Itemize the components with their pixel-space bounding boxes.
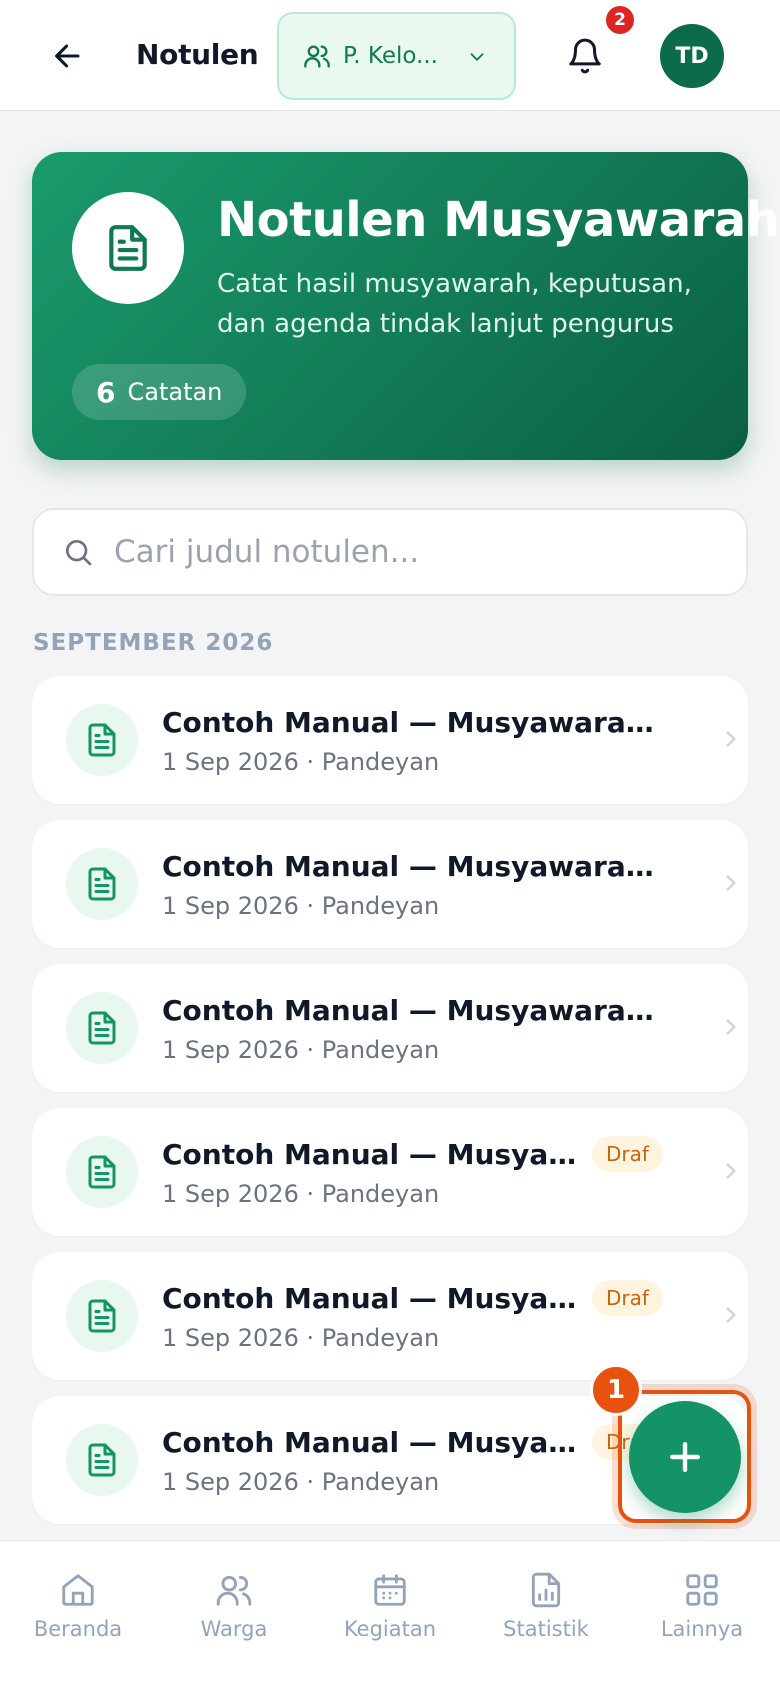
group-selector[interactable]: P. Kelo... — [277, 12, 516, 100]
document-icon — [88, 1155, 116, 1189]
search-input[interactable] — [114, 534, 674, 570]
nav-label: Warga — [200, 1617, 268, 1641]
grid-icon — [686, 1574, 718, 1606]
note-meta: 1 Sep 2026 · Pandeyan — [162, 1324, 440, 1352]
note-title: Contoh Manual — Musyawara... — [162, 1138, 582, 1171]
nav-item-kegiatan[interactable]: Kegiatan — [312, 1571, 468, 1641]
search-icon — [66, 540, 92, 566]
nav-label: Statistik — [503, 1617, 589, 1641]
add-note-button[interactable] — [629, 1401, 741, 1513]
arrow-left-icon — [55, 44, 80, 68]
draft-badge: Draf — [592, 1280, 663, 1316]
note-icon-circle — [66, 1280, 138, 1352]
note-count-badge: 6 Catatan — [72, 364, 247, 420]
chevron-right-icon — [726, 1163, 736, 1179]
back-button[interactable] — [44, 30, 92, 82]
document-icon — [88, 1443, 116, 1477]
avatar[interactable]: TD — [660, 24, 724, 88]
nav-item-statistik[interactable]: Statistik — [468, 1571, 624, 1641]
note-card[interactable]: Contoh Manual — Musyawarah Kelo... 1 Sep… — [32, 676, 748, 804]
notification-badge: 2 — [604, 4, 636, 36]
section-header-month: SEPTEMBER 2026 — [33, 630, 274, 656]
document-icon — [88, 1299, 116, 1333]
plus-icon — [669, 1441, 701, 1473]
nav-item-lainnya[interactable]: Lainnya — [624, 1571, 780, 1641]
notification-button[interactable] — [560, 30, 610, 82]
note-title: Contoh Manual — Musyawarah Kelo... — [162, 706, 662, 739]
document-icon — [109, 225, 147, 271]
calendar-icon — [374, 1574, 406, 1606]
users-icon — [216, 1575, 252, 1606]
note-icon-circle — [66, 992, 138, 1064]
app-header: Notulen P. Kelo... 2 TD — [0, 0, 780, 111]
note-meta: 1 Sep 2026 · Pandeyan — [162, 892, 440, 920]
note-card[interactable]: Contoh Manual — Musyawara... Draf 1 Sep … — [32, 1252, 748, 1380]
chevron-right-icon — [726, 731, 736, 747]
note-icon-circle — [66, 1136, 138, 1208]
note-title: Contoh Manual — Musyawara... — [162, 1426, 582, 1459]
note-meta: 1 Sep 2026 · Pandeyan — [162, 1180, 440, 1208]
nav-label: Lainnya — [660, 1617, 744, 1641]
report-chart-icon — [531, 1572, 561, 1608]
nav-label: Beranda — [33, 1617, 123, 1641]
document-icon — [88, 1011, 116, 1045]
note-title: Contoh Manual — Musyawara... — [162, 1282, 582, 1315]
note-title: Contoh Manual — Musyawarah Kelo... — [162, 994, 662, 1027]
hero-banner: Notulen Musyawarah Catat hasil musyawara… — [32, 152, 780, 460]
note-meta: 1 Sep 2026 · Pandeyan — [162, 1468, 440, 1496]
bottom-nav: Beranda Warga Kegiatan Statistik Lainnya — [0, 1540, 780, 1688]
nav-label: Kegiatan — [343, 1617, 437, 1641]
chevron-down-icon — [470, 53, 484, 61]
hero-icon-circle — [72, 192, 184, 304]
note-card[interactable]: Contoh Manual — Musyawarah Kelo... 1 Sep… — [32, 820, 748, 948]
chevron-right-icon — [726, 1307, 736, 1323]
group-selector-label: P. Kelo... — [343, 43, 438, 69]
note-icon-circle — [66, 704, 138, 776]
home-icon — [62, 1574, 94, 1606]
search-box[interactable] — [32, 508, 748, 596]
hero-title: Notulen Musyawarah — [217, 192, 780, 248]
note-count: 6 — [96, 375, 116, 409]
note-meta: 1 Sep 2026 · Pandeyan — [162, 1036, 440, 1064]
document-icon — [88, 867, 116, 901]
note-icon-circle — [66, 1424, 138, 1496]
tutorial-step-badge: 1 — [590, 1364, 642, 1416]
nav-item-warga[interactable]: Warga — [156, 1571, 312, 1641]
note-meta: 1 Sep 2026 · Pandeyan — [162, 748, 440, 776]
note-title: Contoh Manual — Musyawarah Kelo... — [162, 850, 662, 883]
draft-badge: Draf — [592, 1136, 663, 1172]
hero-subtitle: Catat hasil musyawarah, keputusan, dan a… — [217, 269, 692, 339]
page-title: Notulen — [136, 38, 259, 71]
document-icon — [88, 723, 116, 757]
note-count-label: Catatan — [127, 378, 223, 406]
users-icon — [304, 45, 330, 68]
note-icon-circle — [66, 848, 138, 920]
nav-item-beranda[interactable]: Beranda — [0, 1571, 156, 1641]
chevron-right-icon — [726, 875, 736, 891]
bell-icon — [569, 38, 601, 74]
note-card[interactable]: Contoh Manual — Musyawara... Draf 1 Sep … — [32, 1108, 748, 1236]
note-card[interactable]: Contoh Manual — Musyawarah Kelo... 1 Sep… — [32, 964, 748, 1092]
chevron-right-icon — [726, 1019, 736, 1035]
